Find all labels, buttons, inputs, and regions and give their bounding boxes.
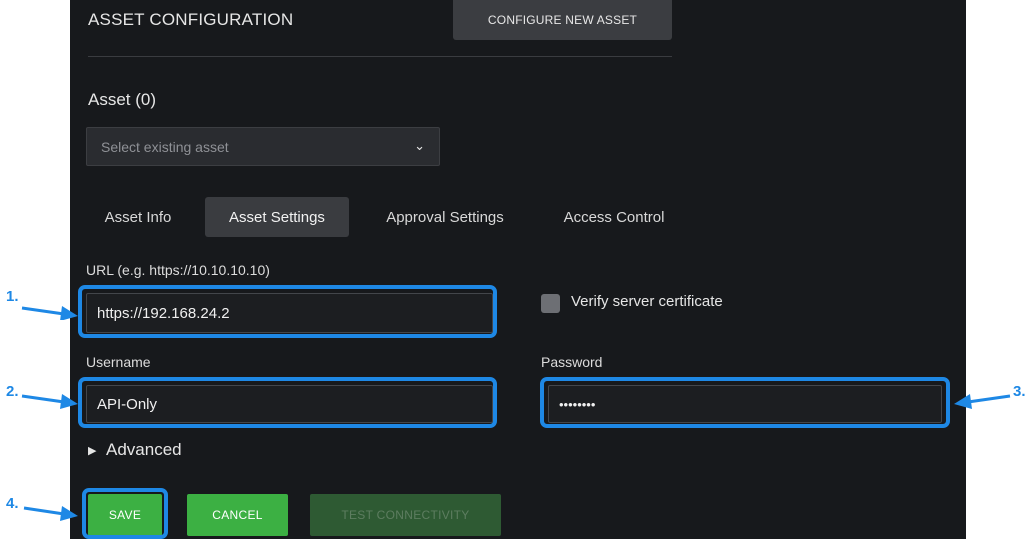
tab-approval-settings[interactable]: Approval Settings <box>365 197 525 237</box>
tab-asset-info[interactable]: Asset Info <box>88 197 188 237</box>
highlight-save <box>82 488 168 539</box>
callout-number-2: 2. <box>6 383 19 400</box>
callout-arrow-1 <box>21 306 78 320</box>
tab-access-control[interactable]: Access Control <box>544 197 684 237</box>
highlight-url <box>78 285 497 338</box>
tab-asset-settings[interactable]: Asset Settings <box>205 197 349 237</box>
header-divider <box>88 56 672 57</box>
highlight-password <box>540 377 950 428</box>
configure-new-asset-button[interactable]: CONFIGURE NEW ASSET <box>453 0 672 40</box>
callout-arrow-4 <box>23 506 78 521</box>
callout-arrow-2 <box>21 394 78 409</box>
highlight-username <box>78 377 497 428</box>
callout-arrow-3 <box>954 394 1011 409</box>
verify-certificate-checkbox[interactable] <box>541 294 560 313</box>
expand-triangle-icon[interactable]: ▶ <box>88 444 96 457</box>
password-label: Password <box>541 354 603 370</box>
page-title: ASSET CONFIGURATION <box>88 10 294 29</box>
chevron-down-icon: ⌄ <box>414 138 425 153</box>
cancel-button[interactable]: CANCEL <box>187 494 288 536</box>
advanced-toggle[interactable]: Advanced <box>106 440 182 460</box>
verify-certificate-label: Verify server certificate <box>571 293 723 310</box>
asset-select-placeholder: Select existing asset <box>101 139 229 155</box>
test-connectivity-button[interactable]: TEST CONNECTIVITY <box>310 494 501 536</box>
asset-select[interactable]: Select existing asset ⌄ <box>86 127 440 166</box>
username-label: Username <box>86 354 151 370</box>
callout-number-4: 4. <box>6 495 19 512</box>
url-label: URL (e.g. https://10.10.10.10) <box>86 262 270 278</box>
callout-number-3: 3. <box>1013 383 1026 400</box>
callout-number-1: 1. <box>6 288 19 305</box>
asset-heading: Asset (0) <box>88 90 157 109</box>
